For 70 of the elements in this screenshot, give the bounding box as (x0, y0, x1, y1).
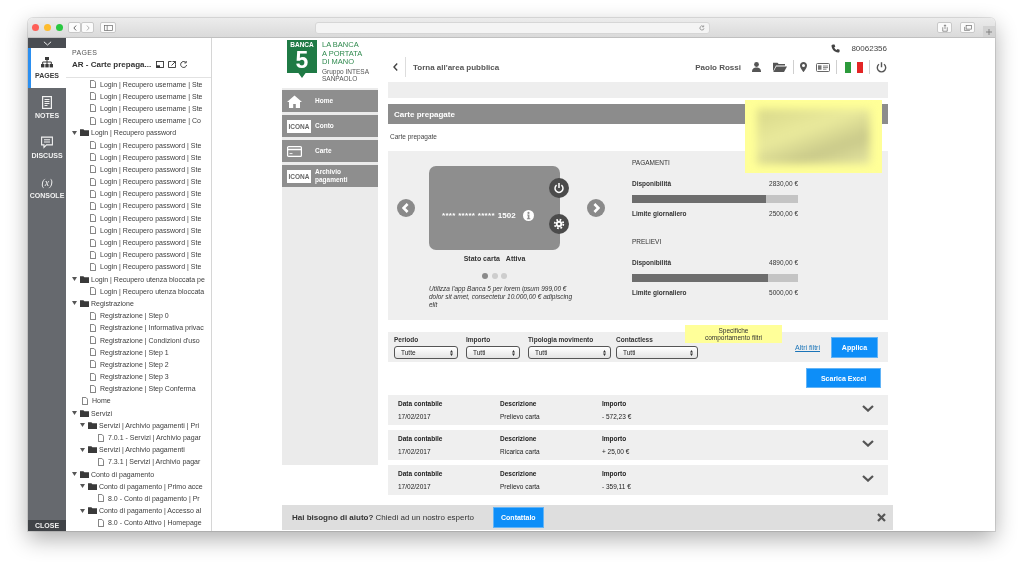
logo-badge-number: 5 (295, 48, 309, 72)
expand-arrow-icon[interactable] (72, 130, 77, 135)
power-icon[interactable] (876, 61, 887, 73)
flag-icon[interactable] (845, 61, 863, 73)
variable-icon: (x) (41, 176, 53, 189)
updown-arrows-icon (690, 349, 693, 356)
page-icon (98, 494, 104, 503)
tabs-button[interactable] (960, 22, 975, 33)
sidebar-icon (103, 24, 113, 31)
chevron-down-icon (42, 40, 52, 46)
carousel-dot[interactable] (482, 273, 488, 279)
expand-chevron-icon[interactable] (862, 405, 874, 412)
folder-icon (80, 129, 89, 137)
address-field[interactable] (315, 21, 710, 34)
back-link[interactable]: Torna all'area pubblica (413, 62, 500, 72)
expand-chevron-icon[interactable] (862, 440, 874, 447)
carousel-dot[interactable] (501, 273, 507, 279)
expand-arrow-icon[interactable] (80, 447, 85, 452)
sitemap-icon (41, 56, 53, 69)
plus-icon (986, 28, 992, 35)
card-number-mask: **** ***** ***** (442, 210, 495, 220)
expand-chevron-icon[interactable] (862, 475, 874, 482)
expand-arrow-icon[interactable] (72, 472, 77, 477)
export-icon[interactable] (168, 60, 177, 68)
window-icon[interactable] (156, 60, 165, 68)
chevron-right-icon (85, 24, 90, 31)
credit-card-icon (287, 145, 302, 157)
folder-icon (80, 299, 89, 307)
settings-icon[interactable] (549, 214, 569, 234)
refresh-icon[interactable] (180, 60, 189, 68)
chevron-left-icon (72, 24, 77, 31)
share-icon (941, 23, 948, 32)
user-name: Paolo Rossi (695, 62, 741, 72)
page-icon (90, 287, 96, 296)
help-text: Hai bisogno di aiuto? Chiedi ad un nostro esperto (292, 513, 474, 522)
page-icon (98, 457, 104, 466)
info-icon[interactable] (522, 209, 534, 221)
expand-arrow-icon[interactable] (80, 508, 85, 513)
phone-icon (831, 43, 841, 53)
rail-collapse-button[interactable] (28, 38, 66, 48)
expand-arrow-icon[interactable] (72, 301, 77, 306)
folder-icon[interactable] (773, 62, 787, 72)
page-icon (98, 433, 104, 442)
expand-arrow-icon[interactable] (72, 411, 77, 416)
folder-icon (88, 507, 97, 515)
close-icon[interactable] (877, 513, 886, 522)
updown-arrows-icon (450, 349, 453, 356)
map-pin-icon[interactable] (800, 62, 807, 72)
carousel-dot[interactable] (491, 273, 498, 279)
page-icon (98, 518, 104, 527)
house-icon (287, 94, 302, 108)
folder-icon (80, 275, 89, 283)
power-icon[interactable] (549, 178, 569, 198)
phone-number: 80062356 (851, 43, 887, 53)
back-button[interactable] (68, 22, 81, 33)
tabs-icon (963, 24, 972, 31)
updown-arrows-icon (603, 349, 606, 356)
chevron-left-icon[interactable] (393, 63, 398, 71)
folder-icon (88, 446, 97, 454)
card-last-digits: 1502 (497, 210, 516, 220)
user-icon[interactable] (752, 62, 761, 72)
project-title: AR - Carte prepaga... (72, 59, 152, 69)
sidebar-button[interactable] (100, 22, 116, 33)
expand-arrow-icon[interactable] (80, 423, 85, 428)
expand-arrow-icon[interactable] (72, 277, 77, 282)
updown-arrows-icon (512, 349, 515, 356)
speech-bubble-icon (41, 136, 53, 149)
expand-arrow-icon[interactable] (80, 484, 85, 489)
document-icon (41, 96, 53, 109)
id-card-icon[interactable] (816, 62, 830, 72)
